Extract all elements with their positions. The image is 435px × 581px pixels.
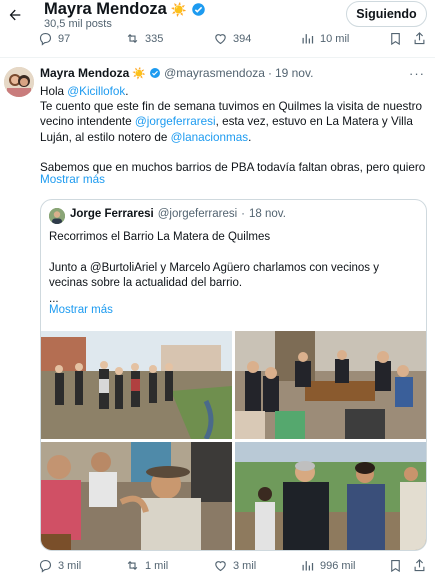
profile-name: Mayra Mendoza ☀️ xyxy=(44,0,206,19)
text-span: . xyxy=(125,85,129,98)
show-more-link[interactable]: Mostrar más xyxy=(40,173,105,186)
quoted-author-handle[interactable]: @jorgeferraresi xyxy=(158,208,237,220)
photo-image xyxy=(41,331,232,439)
share-button[interactable] xyxy=(412,31,427,46)
text-span: vecino intendente xyxy=(40,115,135,129)
quoted-avatar-image xyxy=(49,208,65,224)
sun-emoji: ☀️ xyxy=(132,67,147,80)
reply-button[interactable]: 3 mil xyxy=(38,558,81,573)
photo-grid xyxy=(41,331,426,550)
photo-neighbor-conversation[interactable] xyxy=(41,442,232,550)
quoted-post-card[interactable]: Jorge Ferraresi @jorgeferraresi · 18 nov… xyxy=(40,199,427,551)
post-line: Te cuento que este fin de semana tuvimos… xyxy=(40,99,428,114)
sun-emoji: ☀️ xyxy=(170,1,188,17)
quoted-post-date: 18 nov. xyxy=(249,208,286,220)
repost-count: 335 xyxy=(145,32,164,45)
author-handle[interactable]: @mayrasmendoza xyxy=(164,66,265,80)
share-icon xyxy=(414,32,425,45)
following-button[interactable]: Siguiendo xyxy=(346,1,427,27)
reply-count: 3 mil xyxy=(58,559,82,572)
photo-table-meeting[interactable] xyxy=(235,331,426,439)
quoted-post-text: Recorrimos el Barrio La Matera de Quilme… xyxy=(49,230,419,307)
heart-icon xyxy=(215,561,226,572)
profile-header: Mayra Mendoza ☀️ 30,5 mil posts Siguiend… xyxy=(0,0,435,30)
photo-image xyxy=(235,331,426,439)
views-count: 996 mil xyxy=(320,559,356,572)
photo-outdoor-talk[interactable] xyxy=(235,442,426,550)
quoted-avatar[interactable] xyxy=(49,208,65,224)
photo-street-walk[interactable] xyxy=(41,331,232,439)
photo-image xyxy=(235,442,426,550)
back-button[interactable] xyxy=(6,6,24,24)
reply-icon xyxy=(39,32,52,46)
share-icon xyxy=(414,559,425,572)
bookmark-button[interactable] xyxy=(388,31,403,46)
views-icon xyxy=(302,561,314,571)
mention-link[interactable]: @lanacionmas xyxy=(171,131,248,144)
repost-icon xyxy=(127,560,138,571)
share-button[interactable] xyxy=(412,558,427,573)
text-span: , esta vez, estuvo en La Matera y Villa xyxy=(215,115,413,129)
quoted-author-name[interactable]: Jorge Ferraresi xyxy=(70,208,154,220)
reply-icon xyxy=(39,559,52,573)
like-button[interactable]: 394 xyxy=(213,31,251,46)
repost-count: 1 mil xyxy=(145,559,169,572)
quoted-post-header: Jorge Ferraresi @jorgeferraresi · 18 nov… xyxy=(70,208,286,220)
arrow-left-icon xyxy=(9,9,21,21)
separator-dot: · xyxy=(241,208,246,220)
quoted-line: Junto a @BurtoliAriel y Marcelo Agüero c… xyxy=(49,261,379,274)
post-header: Mayra Mendoza ☀️ @mayrasmendoza · 19 nov… xyxy=(40,66,313,80)
views-icon xyxy=(302,34,314,44)
more-options-icon[interactable]: ··· xyxy=(409,66,425,81)
previous-post-actions: 97 335 394 10 mil xyxy=(0,31,435,51)
like-count: 3 mil xyxy=(233,559,257,572)
views-button[interactable]: 996 mil xyxy=(300,558,355,573)
avatar-image xyxy=(4,67,34,97)
mention-link[interactable]: @Kicillofok xyxy=(67,85,125,98)
post-line: Hola @Kicillofok. xyxy=(40,84,428,99)
repost-button[interactable]: 335 xyxy=(125,31,163,46)
text-span: Luján, al estilo notero de xyxy=(40,130,171,144)
text-span: Te cuento que este fin de semana tuvimos… xyxy=(40,100,422,114)
text-span: Hola xyxy=(40,85,68,98)
verified-badge-icon xyxy=(150,68,161,78)
quoted-line-blank xyxy=(49,245,419,260)
repost-icon xyxy=(127,33,138,44)
text-span: . xyxy=(248,130,252,144)
bookmark-button[interactable] xyxy=(388,558,403,573)
verified-badge-icon xyxy=(192,3,205,16)
bookmark-icon xyxy=(391,32,400,46)
separator-dot: · xyxy=(267,66,272,80)
photo-image xyxy=(41,442,232,550)
quoted-line: Recorrimos el Barrio La Matera de Quilme… xyxy=(49,231,271,243)
reply-count: 97 xyxy=(58,32,71,45)
post-date[interactable]: 19 nov. xyxy=(275,66,313,80)
quoted-line: vecinas sobre la actualidad del barrio. xyxy=(49,277,243,290)
post-line: Luján, al estilo notero de @lanacionmas. xyxy=(40,130,428,145)
profile-name-text: Mayra Mendoza xyxy=(44,0,167,18)
reply-button[interactable]: 97 xyxy=(38,31,70,46)
heart-icon xyxy=(215,34,226,45)
views-button[interactable]: 10 mil xyxy=(300,31,349,46)
bookmark-icon xyxy=(391,559,400,573)
avatar[interactable] xyxy=(4,67,34,97)
repost-button[interactable]: 1 mil xyxy=(125,558,168,573)
post-text: Hola @Kicillofok. Te cuento que este fin… xyxy=(40,84,428,175)
divider xyxy=(0,57,435,58)
author-name[interactable]: Mayra Mendoza xyxy=(40,66,129,80)
post-line: vecino intendente @jorgeferraresi, esta … xyxy=(40,114,428,129)
post-actions: 3 mil 1 mil 3 mil 996 mil xyxy=(0,558,435,578)
views-count: 10 mil xyxy=(320,32,350,45)
post-line-blank xyxy=(40,145,428,160)
like-count: 394 xyxy=(233,32,252,45)
quoted-show-more-link[interactable]: Mostrar más xyxy=(49,304,113,316)
like-button[interactable]: 3 mil xyxy=(213,558,256,573)
posts-count: 30,5 mil posts xyxy=(44,18,112,30)
text-span: Sabemos que en muchos barrios de PBA tod… xyxy=(40,160,426,174)
mention-link[interactable]: @jorgeferraresi xyxy=(135,115,216,128)
